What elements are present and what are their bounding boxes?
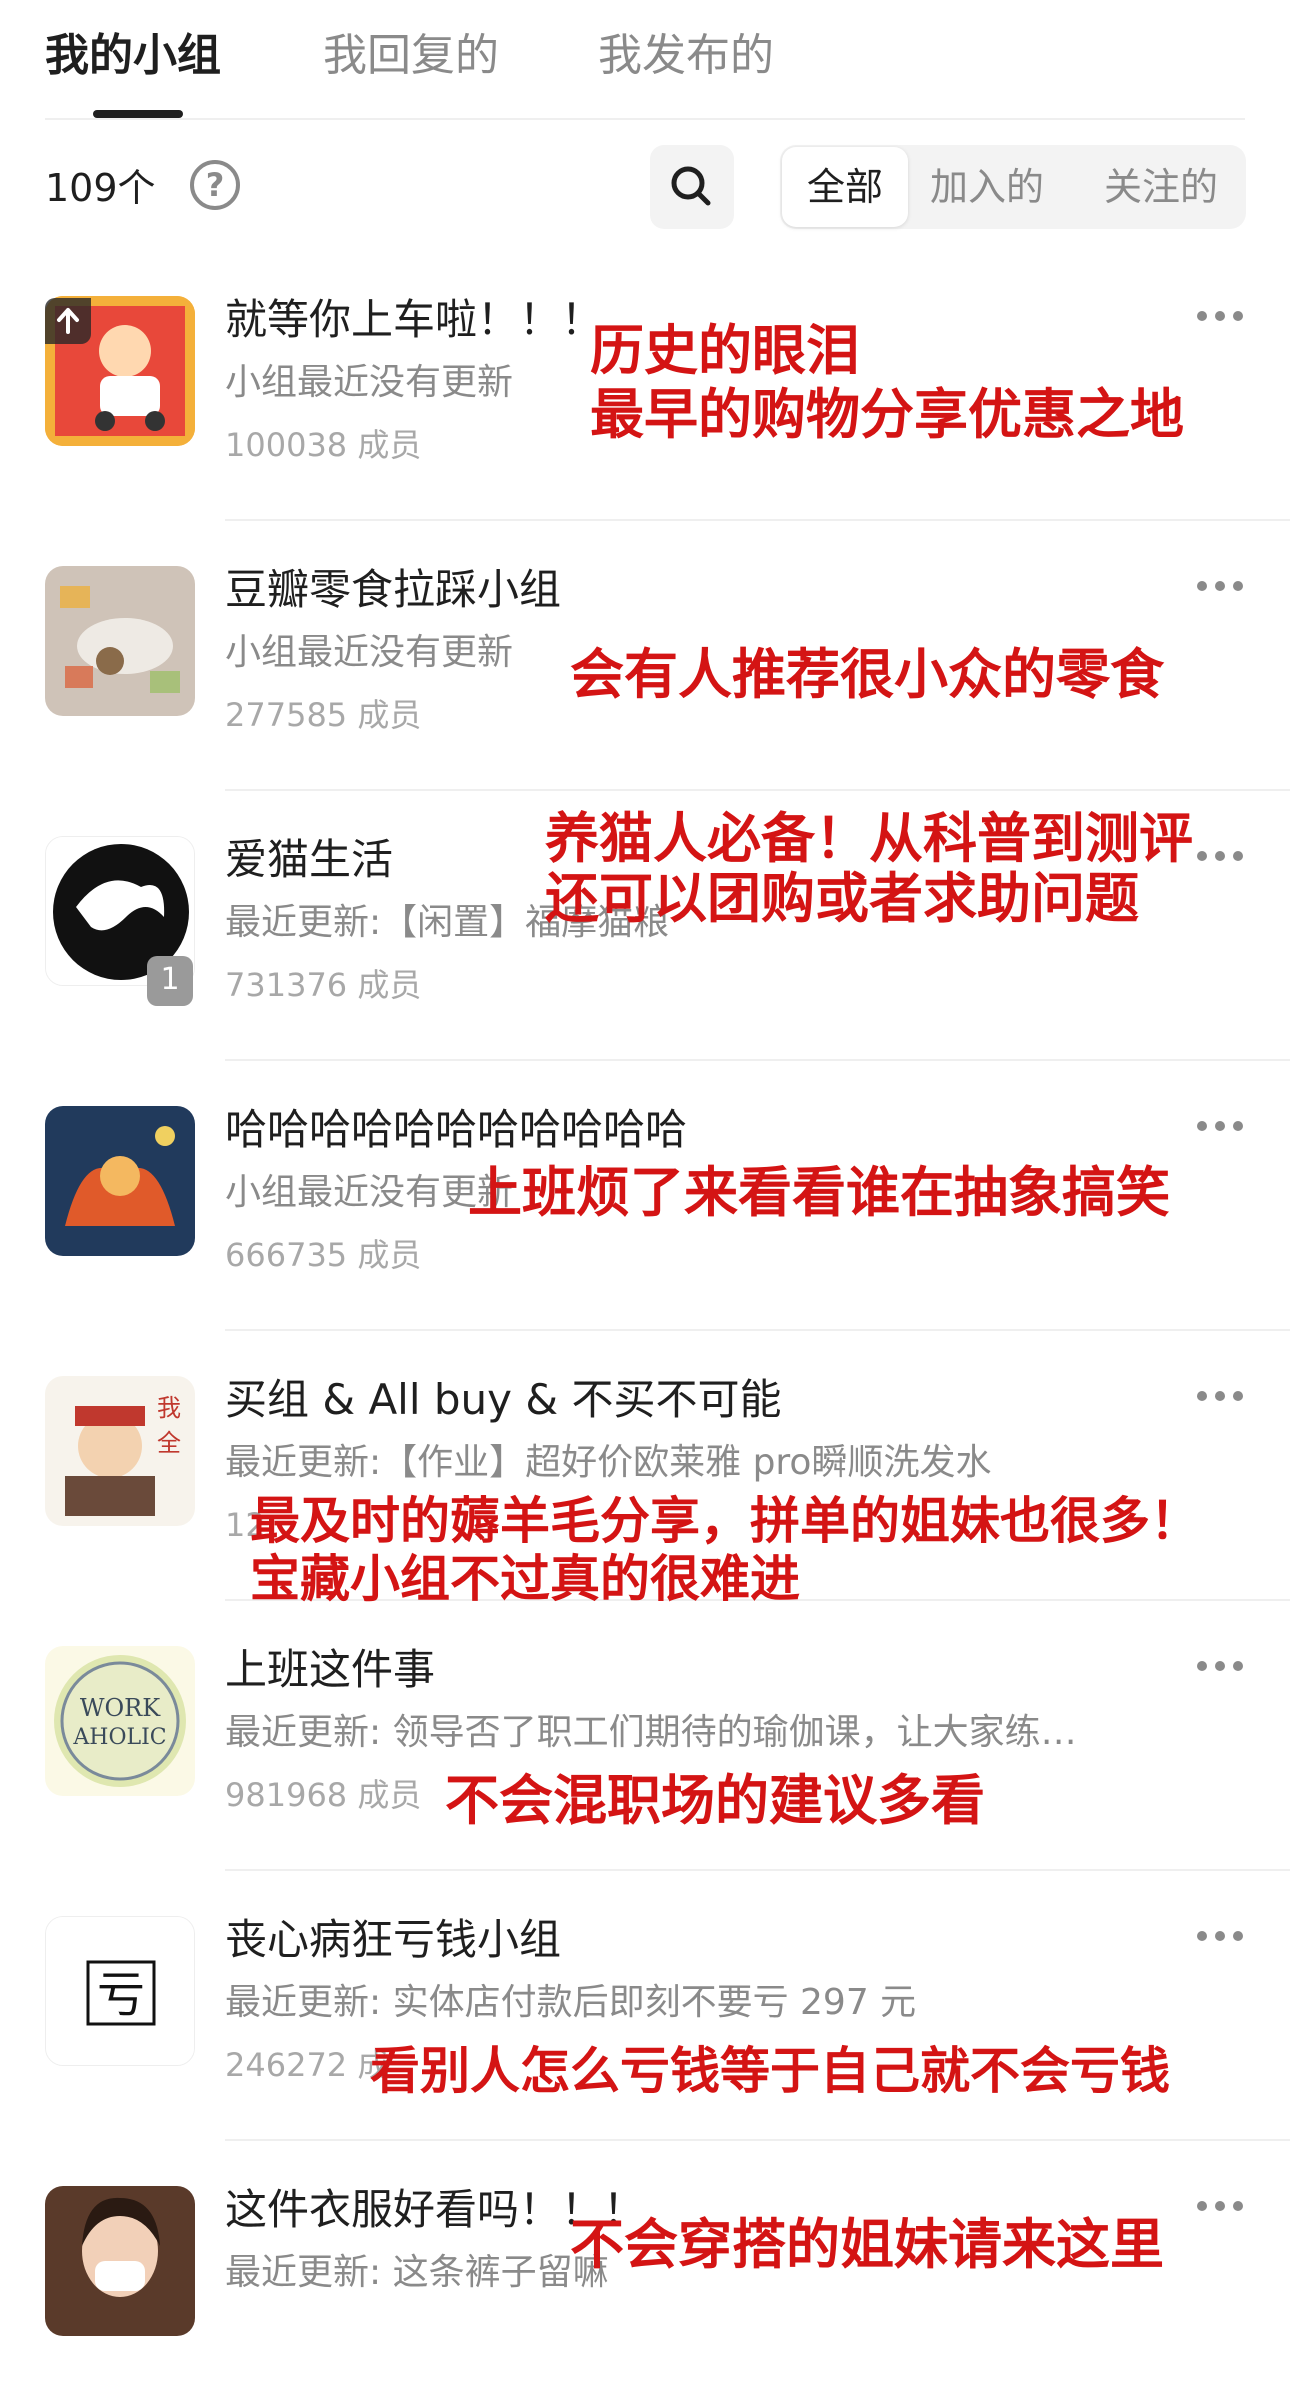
annotation-text: 历史的眼泪 <box>590 318 860 382</box>
row-divider <box>225 789 1290 791</box>
group-avatar: 亏 <box>45 1916 195 2066</box>
group-avatar <box>45 566 195 716</box>
group-avatar: WORK AHOLIC <box>45 1646 195 1796</box>
group-count: 109个 <box>45 166 156 210</box>
annotation-text: 养猫人必备！从科普到测评 <box>545 806 1193 870</box>
row-divider <box>225 1329 1290 1331</box>
group-name: 买组 & All buy & 不买不可能 <box>225 1375 782 1424</box>
annotation-text: 上班烦了来看看谁在抽象搞笑 <box>468 1160 1170 1224</box>
annotation-text: 最早的购物分享优惠之地 <box>590 382 1184 446</box>
annotation-text: 不会混职场的建议多看 <box>445 1768 985 1832</box>
more-icon[interactable] <box>1195 1116 1245 1136</box>
filter-segment: 全部 加入的 关注的 <box>780 145 1246 229</box>
pin-icon <box>45 298 91 344</box>
search-icon <box>671 166 711 206</box>
svg-text:AHOLIC: AHOLIC <box>72 1725 166 1750</box>
row-divider <box>225 519 1290 521</box>
tab-my-posts[interactable]: 我发布的 <box>598 26 774 86</box>
group-avatar <box>45 2186 195 2336</box>
group-avatar: 我 全 <box>45 1376 195 1526</box>
group-members: 981968 成员 <box>225 1776 422 1814</box>
more-icon[interactable] <box>1195 1656 1245 1676</box>
annotation-text: 看别人怎么亏钱等于自己就不会亏钱 <box>370 2041 1170 2100</box>
row-divider <box>225 1059 1290 1061</box>
group-update: 小组最近没有更新 <box>225 362 514 403</box>
search-button[interactable] <box>650 145 734 229</box>
group-name: 丧心病狂亏钱小组 <box>225 1915 562 1964</box>
more-icon[interactable] <box>1195 306 1245 326</box>
group-members: 100038 成员 <box>225 426 422 464</box>
group-name: 爱猫生活 <box>225 835 394 884</box>
group-update: 最近更新: 实体店付款后即刻不要亏 297 元 <box>225 1982 917 2023</box>
tab-my-groups[interactable]: 我的小组 <box>45 26 221 86</box>
segment-followed[interactable]: 关注的 <box>1076 145 1246 229</box>
annotation-text: 宝藏小组不过真的很难进 <box>250 1549 800 1608</box>
row-divider <box>225 2139 1290 2141</box>
group-name: 上班这件事 <box>225 1645 436 1694</box>
svg-text:全: 全 <box>157 1429 181 1457</box>
annotation-text: 不会穿搭的姐妹请来这里 <box>570 2212 1164 2276</box>
tab-my-replies[interactable]: 我回复的 <box>323 26 499 86</box>
help-glyph: ? <box>205 166 225 204</box>
more-icon[interactable] <box>1195 1386 1245 1406</box>
more-icon[interactable] <box>1195 576 1245 596</box>
group-item[interactable]: 哈哈哈哈哈哈哈哈哈哈哈 小组最近没有更新 666735 成员 <box>0 1105 1290 1376</box>
group-members: 246272 成 <box>225 2046 390 2084</box>
group-update: 小组最近没有更新 <box>225 632 514 673</box>
group-update: 最近更新: 领导否了职工们期待的瑜伽课，让大家练… <box>225 1712 1077 1753</box>
annotation-text: 最及时的薅羊毛分享，拼单的姐妹也很多！ <box>250 1491 1200 1550</box>
unread-badge: 1 <box>147 956 193 1006</box>
annotation-text: 会有人推荐很小众的零食 <box>570 642 1164 706</box>
group-name: 哈哈哈哈哈哈哈哈哈哈哈 <box>225 1105 688 1154</box>
group-update: 最近更新:【作业】超好价欧莱雅 pro瞬顺洗发水 <box>225 1442 992 1483</box>
tabs-divider <box>45 118 1245 120</box>
group-update: 最近更新: 这条裤子留嘛 <box>225 2252 609 2293</box>
more-icon[interactable] <box>1195 1926 1245 1946</box>
group-name: 就等你上车啦！！！ <box>225 295 604 344</box>
group-name: 豆瓣零食拉踩小组 <box>225 565 562 614</box>
more-icon[interactable] <box>1195 846 1245 866</box>
group-members: 731376 成员 <box>225 966 422 1004</box>
segment-joined[interactable]: 加入的 <box>912 145 1062 229</box>
svg-text:亏: 亏 <box>97 1967 145 2023</box>
segment-all[interactable]: 全部 <box>782 147 908 227</box>
active-tab-indicator <box>93 110 183 118</box>
group-members: 666735 成员 <box>225 1236 422 1274</box>
svg-text:WORK: WORK <box>80 1694 161 1722</box>
top-tabs: 我的小组 我回复的 我发布的 <box>0 0 1290 120</box>
annotation-text: 还可以团购或者求助问题 <box>545 866 1139 930</box>
help-icon[interactable]: ? <box>190 160 240 210</box>
group-avatar <box>45 1106 195 1256</box>
row-divider <box>225 1869 1290 1871</box>
svg-text:我: 我 <box>157 1394 181 1422</box>
more-icon[interactable] <box>1195 2196 1245 2216</box>
group-members: 277585 成员 <box>225 696 422 734</box>
